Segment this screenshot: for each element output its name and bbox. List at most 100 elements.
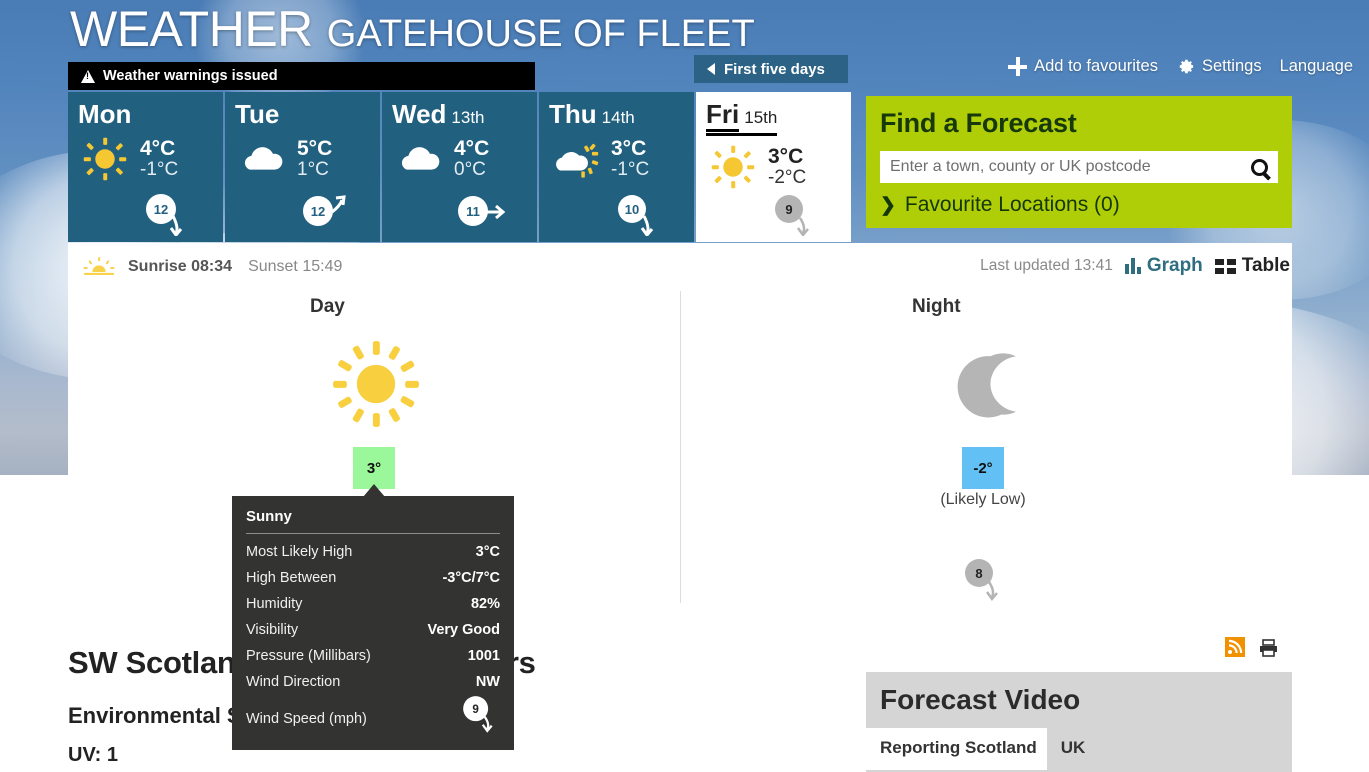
tooltip-row: High Between -3°C/7°C <box>246 565 500 591</box>
find-a-forecast-panel: Find a Forecast ❯ Favourite Locations (0… <box>866 96 1292 228</box>
brand-label: WEATHER <box>70 1 313 57</box>
cloudy-icon <box>401 147 440 170</box>
day-tab-thu[interactable]: Thu 14th 3°C -1°C 10 <box>539 92 694 242</box>
table-view-button[interactable]: Table <box>1214 255 1290 277</box>
weather-warnings-label: Weather warnings issued <box>103 68 278 84</box>
tab-date-label: 13th <box>451 108 485 127</box>
tab-day-label: Fri <box>706 100 740 133</box>
sunrise-label: Sunrise 08:34 <box>128 258 233 275</box>
wind-indicator: 12 <box>298 192 358 236</box>
tab-high-temp: 3°C <box>768 144 804 168</box>
wind-speed-value: 12 <box>311 204 325 219</box>
tooltip-row: Wind Direction NW <box>246 669 500 695</box>
language-button[interactable]: Language <box>1280 57 1353 76</box>
tooltip-key: Humidity <box>246 596 303 612</box>
video-tab-label: Reporting Scotland <box>880 738 1037 757</box>
day-tab-mon[interactable]: Mon 4°C -1°C 12 <box>68 92 223 242</box>
tab-day-label: Tue <box>235 99 280 129</box>
sunny-icon <box>711 146 755 189</box>
tab-low-temp: 0°C <box>454 158 486 180</box>
tooltip-value: -3°C/7°C <box>442 570 500 586</box>
day-tab-wed[interactable]: Wed 13th 4°C 0°C 11 <box>382 92 537 242</box>
weather-detail-tooltip: Sunny Most Likely High 3°C High Between … <box>232 496 514 750</box>
wind-indicator: 11 <box>455 192 515 236</box>
tab-date-label: 15th <box>744 108 778 127</box>
wind-speed-value: 12 <box>154 202 168 217</box>
first-five-days-button[interactable]: First five days <box>694 55 848 83</box>
language-label: Language <box>1279 57 1353 75</box>
tooltip-key: High Between <box>246 570 337 586</box>
top-navigation: Add to favourites Settings Language <box>1008 57 1353 76</box>
day-tab-tue[interactable]: Tue 5°C 1°C 12 <box>225 92 380 242</box>
gear-icon <box>1179 59 1194 74</box>
wind-speed-value: 11 <box>466 204 480 219</box>
tab-high-temp: 3°C <box>611 136 647 160</box>
warning-triangle-icon <box>81 69 95 83</box>
favourite-locations-label: Favourite Locations (0) <box>904 193 1120 216</box>
video-tab-reporting-scotland[interactable]: Reporting Scotland <box>866 728 1047 770</box>
day-tab-fri[interactable]: Fri 15th 3°C -2°C 9 <box>696 92 851 242</box>
forecast-detail-panel: Sunrise 08:34 Sunset 15:49 Last updated … <box>68 243 1292 603</box>
graph-label: Graph <box>1146 255 1203 276</box>
tooltip-row: Wind Speed (mph) 9 <box>246 695 500 743</box>
day-night-divider <box>680 291 681 603</box>
search-row <box>880 151 1278 183</box>
settings-button[interactable]: Settings <box>1176 57 1262 76</box>
tooltip-row: Humidity 82% <box>246 591 500 617</box>
plus-icon <box>1008 57 1028 76</box>
sunny-icon <box>333 341 419 427</box>
day-temp-chip[interactable]: 3° <box>353 447 395 489</box>
tab-high-temp: 4°C <box>454 136 490 160</box>
tooltip-value: 3°C <box>475 544 500 560</box>
first-five-days-label: First five days <box>724 60 825 78</box>
settings-label: Settings <box>1201 57 1262 75</box>
day-column-heading: Day <box>310 296 345 317</box>
table-label: Table <box>1241 255 1290 276</box>
forecast-video-title: Forecast Video <box>880 684 1081 715</box>
add-to-favourites-button[interactable]: Add to favourites <box>1008 57 1158 76</box>
add-to-favourites-label: Add to favourites <box>1034 57 1158 75</box>
moon-icon <box>957 353 1016 418</box>
tooltip-row: Most Likely High 3°C <box>246 539 500 565</box>
find-forecast-title: Find a Forecast <box>880 108 1077 138</box>
night-temp-chip[interactable]: -2° <box>962 447 1004 489</box>
forecast-video-tabs: Reporting Scotland UK <box>866 728 1292 770</box>
tooltip-row: Visibility Very Good <box>246 617 500 643</box>
search-icon[interactable] <box>1251 158 1268 176</box>
wind-speed-value: 10 <box>625 202 639 217</box>
search-input[interactable] <box>890 158 1251 176</box>
sunrise-icon <box>83 257 115 275</box>
weather-warnings-banner[interactable]: Weather warnings issued <box>68 62 535 90</box>
grid-icon <box>1214 258 1236 274</box>
wind-speed-value: 9 <box>785 202 792 217</box>
tooltip-value: 1001 <box>467 648 500 664</box>
tooltip-wind-speed: 9 <box>472 703 479 716</box>
sunny-intervals-icon <box>556 144 599 178</box>
cloudy-icon <box>244 147 283 170</box>
tooltip-title: Sunny <box>246 508 500 534</box>
rss-icon[interactable] <box>1225 637 1245 657</box>
graph-view-button[interactable]: Graph <box>1124 255 1203 277</box>
tab-high-temp: 4°C <box>140 136 176 160</box>
tooltip-key: Most Likely High <box>246 544 353 560</box>
tab-day-label: Mon <box>78 99 132 129</box>
tab-day-label: Wed <box>392 99 447 129</box>
wind-indicator: 10 <box>612 192 672 238</box>
print-icon[interactable] <box>1258 638 1279 657</box>
sunset-label: Sunset 15:49 <box>248 258 343 275</box>
video-tab-uk[interactable]: UK <box>1047 728 1100 770</box>
tooltip-row: Pressure (Millibars) 1001 <box>246 643 500 669</box>
wind-indicator: 12 <box>141 192 201 238</box>
favourite-locations-link[interactable]: ❯ Favourite Locations (0) <box>880 193 1278 217</box>
tooltip-value: Very Good <box>427 622 500 638</box>
tooltip-key: Wind Direction <box>246 674 341 690</box>
tooltip-key: Wind Speed (mph) <box>246 711 367 727</box>
page-title: WEATHER GATEHOUSE OF FLEET <box>70 0 755 58</box>
tooltip-value: NW <box>475 674 500 690</box>
wind-indicator: 9 <box>769 192 829 238</box>
sunny-icon <box>83 138 127 181</box>
tooltip-wind-speed-icon: 9 <box>456 696 500 738</box>
tab-low-temp: -2°C <box>768 166 807 188</box>
night-wind-indicator: 8 <box>958 558 1014 602</box>
last-updated-label: Last updated 13:41 <box>980 257 1113 274</box>
